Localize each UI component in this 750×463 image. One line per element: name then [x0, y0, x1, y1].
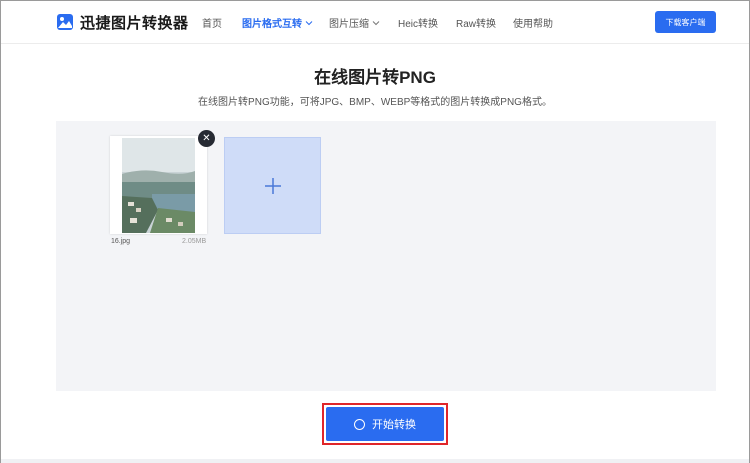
- nav-raw[interactable]: Raw转换: [456, 15, 496, 30]
- nav-format-convert[interactable]: 图片格式互转: [242, 15, 313, 30]
- start-convert-label: 开始转换: [372, 419, 416, 431]
- logo[interactable]: 迅捷图片转换器: [56, 11, 189, 33]
- footer-divider: [1, 459, 749, 463]
- remove-file-button[interactable]: ✕: [198, 130, 215, 147]
- page-subtitle: 在线图片转PNG功能，可将JPG、BMP、WEBP等格式的图片转换成PNG格式。: [198, 97, 552, 108]
- upload-area[interactable]: ✕ 16.jpg 2.05MB: [56, 121, 716, 391]
- chevron-down-icon: [372, 20, 380, 25]
- plus-icon: [264, 177, 281, 194]
- image-logo-icon: [57, 14, 73, 30]
- ring-icon: [354, 418, 365, 430]
- nav-heic[interactable]: Heic转换: [398, 15, 438, 30]
- start-convert-button[interactable]: 开始转换: [326, 407, 444, 441]
- nav-compress[interactable]: 图片压缩: [329, 15, 380, 30]
- file-name: 16.jpg: [111, 238, 131, 245]
- nav-help[interactable]: 使用帮助: [513, 15, 553, 30]
- image-thumbnail: [122, 138, 195, 233]
- download-client-button[interactable]: 下载客户端: [655, 11, 716, 33]
- chevron-down-icon: [305, 20, 313, 25]
- file-card[interactable]: [110, 136, 207, 234]
- top-header: 迅捷图片转换器 首页 图片格式互转 图片压缩 Heic转换 Raw转换 使用帮助…: [1, 1, 749, 44]
- file-size: 2.05MB: [182, 238, 207, 245]
- page-title: 在线图片转PNG: [314, 68, 436, 87]
- nav-home[interactable]: 首页: [202, 15, 222, 30]
- add-image-button[interactable]: [224, 137, 321, 234]
- close-icon: ✕: [202, 132, 211, 144]
- logo-text: 迅捷图片转换器: [80, 14, 189, 32]
